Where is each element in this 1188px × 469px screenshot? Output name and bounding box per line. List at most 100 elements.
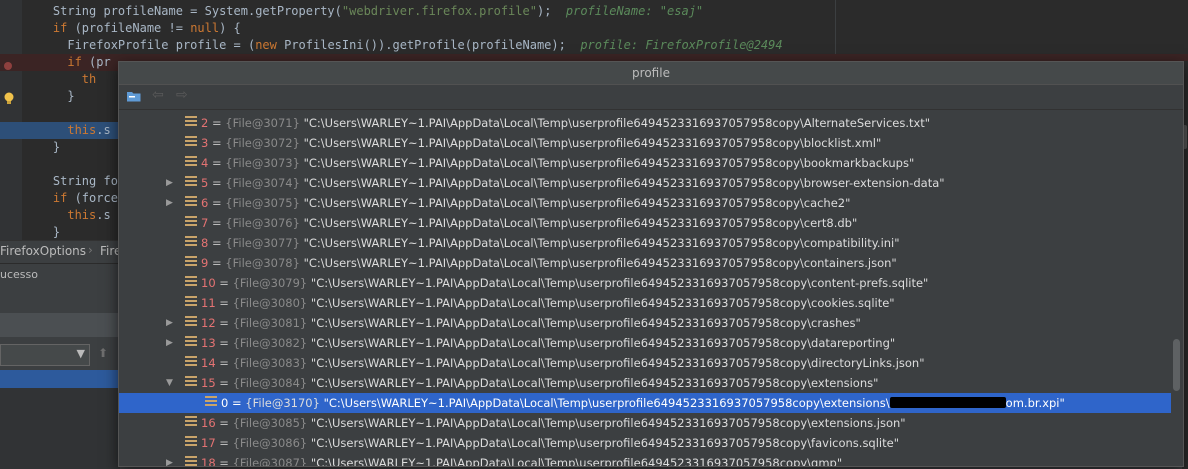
collapse-arrow-icon[interactable]: ▼ <box>166 373 176 393</box>
chevron-down-icon: ▼ <box>76 347 85 360</box>
code-line[interactable]: this.s <box>0 207 110 224</box>
lightbulb-icon[interactable] <box>3 92 15 106</box>
popup-scroll-thumb[interactable] <box>1173 339 1180 391</box>
code-line[interactable]: String profileName = System.getProperty(… <box>0 3 703 20</box>
equals-sign: = <box>208 256 226 270</box>
tree-row[interactable]: 7 = {File@3076} "C:\Users\WARLEY~1.PAI\A… <box>119 213 1171 233</box>
tree-row[interactable]: 14 = {File@3083} "C:\Users\WARLEY~1.PAI\… <box>119 353 1171 373</box>
row-index: 15 <box>201 376 216 390</box>
tree-row[interactable]: 17 = {File@3086} "C:\Users\WARLEY~1.PAI\… <box>119 433 1171 453</box>
equals-sign: = <box>215 376 233 390</box>
expand-arrow-icon[interactable]: ▶ <box>166 193 176 213</box>
code-token: this <box>67 123 97 137</box>
row-index: 13 <box>201 336 216 350</box>
row-index: 10 <box>201 276 216 290</box>
object-ref: {File@3084} <box>232 376 308 390</box>
equals-sign: = <box>215 356 233 370</box>
tree-row[interactable]: 0 = {File@3170} "C:\Users\WARLEY~1.PAI\A… <box>119 393 1171 413</box>
tree-row[interactable]: ▶ 18 = {File@3087} "C:\Users\WARLEY~1.PAI… <box>119 453 1171 466</box>
equals-sign: = <box>215 456 233 466</box>
breadcrumb-separator-icon: › <box>88 243 93 257</box>
tree-row-label: 10 = {File@3079} "C:\Users\WARLEY~1.PAI\… <box>201 273 928 293</box>
field-list-icon <box>185 136 197 149</box>
expand-arrow-icon[interactable]: ▶ <box>166 313 176 333</box>
file-path: "C:\Users\WARLEY~1.PAI\AppData\Local\Tem… <box>303 216 858 230</box>
forward-arrow-icon[interactable]: ⇨ <box>176 87 188 103</box>
expand-arrow-icon[interactable]: ▶ <box>166 333 176 353</box>
tree-row[interactable]: 2 = {File@3071} "C:\Users\WARLEY~1.PAI\A… <box>119 113 1171 133</box>
popup-toolbar: ⇦ ⇨ <box>119 85 1183 110</box>
object-ref: {File@3075} <box>225 196 300 210</box>
tree-row[interactable]: 8 = {File@3077} "C:\Users\WARLEY~1.PAI\A… <box>119 233 1171 253</box>
tree-row[interactable]: ▶ 6 = {File@3075} "C:\Users\WARLEY~1.PAI\… <box>119 193 1171 213</box>
tree-row[interactable]: 4 = {File@3073} "C:\Users\WARLEY~1.PAI\A… <box>119 153 1171 173</box>
selected-frame[interactable] <box>0 370 120 388</box>
file-path: "C:\Users\WARLEY~1.PAI\AppData\Local\Tem… <box>310 316 861 330</box>
tree-row-label: 13 = {File@3082} "C:\Users\WARLEY~1.PAI\… <box>201 333 895 353</box>
object-ref: {File@3082} <box>232 336 308 350</box>
code-line[interactable]: } <box>0 139 60 156</box>
variables-tree[interactable]: 2 = {File@3071} "C:\Users\WARLEY~1.PAI\A… <box>119 112 1171 466</box>
code-token: if <box>67 55 82 69</box>
tree-row[interactable]: 3 = {File@3072} "C:\Users\WARLEY~1.PAI\A… <box>119 133 1171 153</box>
field-list-icon <box>185 356 197 369</box>
expand-arrow-icon[interactable]: ▶ <box>166 453 176 466</box>
file-path: "C:\Users\WARLEY~1.PAI\AppData\Local\Tem… <box>310 336 896 350</box>
code-token: (forceM <box>67 191 126 205</box>
breakpoint-icon[interactable] <box>4 62 12 70</box>
frames-dropdown[interactable]: ▼ <box>0 344 90 366</box>
tree-row-label: 11 = {File@3080} "C:\Users\WARLEY~1.PAI\… <box>201 293 895 313</box>
row-index: 12 <box>201 316 216 330</box>
profile-inspect-popup: profile ⇦ ⇨ 2 = {File@3071} "C:\Users\WA… <box>118 61 1184 467</box>
code-line[interactable]: FirefoxProfile profile = (new ProfilesIn… <box>0 37 782 54</box>
tree-row[interactable]: 10 = {File@3079} "C:\Users\WARLEY~1.PAI\… <box>119 273 1171 293</box>
file-path: "C:\Users\WARLEY~1.PAI\AppData\Local\Tem… <box>303 156 915 170</box>
code-line[interactable] <box>0 156 24 173</box>
object-ref: {File@3076} <box>225 216 300 230</box>
tree-row[interactable]: ▶ 13 = {File@3082} "C:\Users\WARLEY~1.PAI… <box>119 333 1171 353</box>
tree-row[interactable]: 11 = {File@3080} "C:\Users\WARLEY~1.PAI\… <box>119 293 1171 313</box>
code-line[interactable]: } <box>0 224 60 240</box>
equals-sign: = <box>215 336 233 350</box>
frames-list <box>0 388 120 469</box>
file-path: "C:\Users\WARLEY~1.PAI\AppData\Local\Tem… <box>303 176 945 190</box>
object-ref: {File@3079} <box>232 276 308 290</box>
object-ref: {File@3071} <box>225 116 300 130</box>
tree-row[interactable]: ▶ 12 = {File@3081} "C:\Users\WARLEY~1.PAI… <box>119 313 1171 333</box>
popup-title-bar[interactable]: profile <box>119 62 1183 85</box>
popup-scrollbar[interactable] <box>1171 112 1183 466</box>
navigate-folder-icon[interactable] <box>126 89 142 103</box>
breadcrumb-item[interactable]: FirefoxOptions <box>0 244 86 258</box>
file-path: "C:\Users\WARLEY~1.PAI\AppData\Local\Tem… <box>303 256 897 270</box>
tree-row[interactable]: ▼ 15 = {File@3084} "C:\Users\WARLEY~1.PAI… <box>119 373 1171 393</box>
expand-arrow-icon[interactable]: ▶ <box>166 173 176 193</box>
up-arrow-icon[interactable]: ⬆ <box>98 346 108 360</box>
back-arrow-icon[interactable]: ⇦ <box>152 87 164 103</box>
equals-sign: = <box>215 416 233 430</box>
file-path: "C:\Users\WARLEY~1.PAI\AppData\Local\Tem… <box>310 296 895 310</box>
code-token: ); <box>536 4 566 18</box>
code-line[interactable]: if (forceM <box>0 190 125 207</box>
file-path: "C:\Users\WARLEY~1.PAI\AppData\Local\Tem… <box>310 356 925 370</box>
object-ref: {File@3073} <box>225 156 300 170</box>
tree-row[interactable]: 9 = {File@3078} "C:\Users\WARLEY~1.PAI\A… <box>119 253 1171 273</box>
code-line[interactable]: String for <box>0 173 125 190</box>
code-token: ProfilesIni()).getProfile(profileName); <box>276 38 581 52</box>
tree-row-label: 7 = {File@3076} "C:\Users\WARLEY~1.PAI\A… <box>201 213 857 233</box>
tree-row[interactable]: 16 = {File@3085} "C:\Users\WARLEY~1.PAI\… <box>119 413 1171 433</box>
code-token: if <box>52 191 68 205</box>
code-line[interactable]: if (profileName != null) { <box>0 20 241 37</box>
equals-sign: = <box>208 176 226 190</box>
equals-sign: = <box>228 396 246 410</box>
object-ref: {File@3080} <box>232 296 308 310</box>
tree-row[interactable]: ▶ 5 = {File@3074} "C:\Users\WARLEY~1.PAI\… <box>119 173 1171 193</box>
code-line[interactable]: th <box>0 71 96 88</box>
code-token: String profileName = System.getProperty( <box>24 4 342 18</box>
tree-row-label: 9 = {File@3078} "C:\Users\WARLEY~1.PAI\A… <box>201 253 897 273</box>
equals-sign: = <box>208 216 226 230</box>
file-path: "C:\Users\WARLEY~1.PAI\AppData\Local\Tem… <box>303 236 900 250</box>
code-line[interactable] <box>0 105 24 122</box>
tree-row-label: 15 = {File@3084} "C:\Users\WARLEY~1.PAI\… <box>201 373 878 393</box>
